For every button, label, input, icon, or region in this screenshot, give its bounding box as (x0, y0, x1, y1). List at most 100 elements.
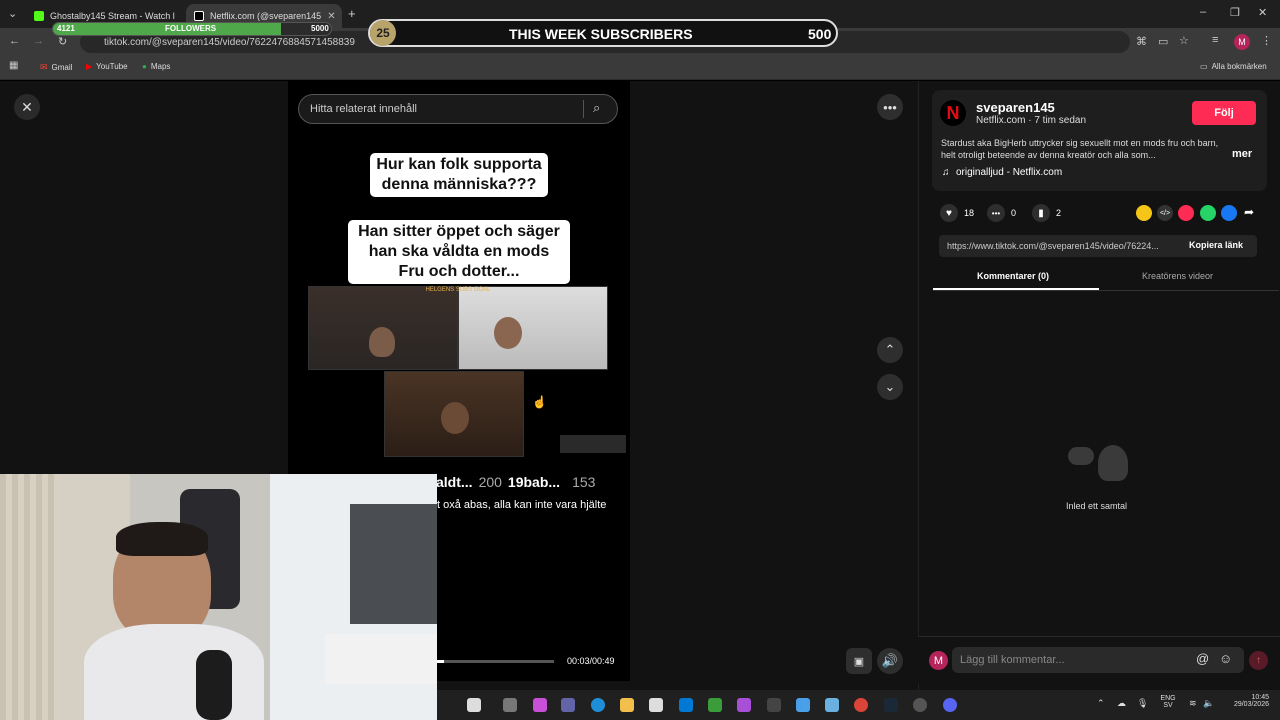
translate-icon[interactable]: ⌘ (1136, 35, 1147, 48)
more-options-icon[interactable]: ••• (877, 94, 903, 120)
reload-icon[interactable]: ↻ (58, 35, 67, 48)
forward-icon[interactable]: → (33, 35, 44, 47)
teams-icon[interactable] (561, 698, 575, 712)
all-bookmarks[interactable]: ▭ Alla bokmärken (1200, 62, 1267, 71)
edge-icon[interactable] (591, 698, 605, 712)
streamer-head (369, 327, 395, 357)
sound-link[interactable]: originalljud - Netflix.com (956, 167, 1062, 178)
profile-avatar[interactable]: M (1234, 34, 1250, 50)
bookmarks-bar: ▦ ✉ Gmail ▶ YouTube ● Maps ▭ Alla bokmär… (0, 56, 1280, 80)
wifi-icon[interactable]: ≋ (1189, 698, 1197, 709)
emoji-icon[interactable]: ☺ (1219, 651, 1232, 666)
profile-meta: Netflix.com · 7 tim sedan (976, 115, 1087, 126)
chrome-icon[interactable] (854, 698, 868, 712)
photos-icon[interactable] (796, 698, 810, 712)
restore-icon[interactable]: ❐ (1230, 6, 1240, 19)
tab-divider (933, 290, 1279, 291)
cloud-icon[interactable]: ☁ (1117, 698, 1126, 709)
close-video-button[interactable]: ✕ (14, 94, 40, 120)
discord-icon[interactable] (943, 698, 957, 712)
volume-icon[interactable]: 🔊 (877, 648, 903, 674)
lang-code: ENG (1160, 695, 1176, 702)
speaker-icon[interactable]: 🔈 (1203, 698, 1214, 709)
close-icon[interactable]: ✕ (327, 11, 335, 22)
post-comment-button[interactable]: ↑ (1249, 651, 1268, 670)
mic-icon[interactable]: 🎙 (1137, 698, 1148, 709)
streamer-head (494, 317, 522, 349)
tab-comments[interactable]: Kommentarer (0) (977, 271, 1049, 281)
app-icon[interactable] (913, 698, 927, 712)
clock-time: 10:45 (1251, 694, 1269, 701)
next-video-button[interactable]: ⌄ (877, 374, 903, 400)
start-icon[interactable] (467, 698, 481, 712)
clock-date: 29/03/2026 (1233, 701, 1269, 708)
mention-icon[interactable]: @ (1196, 651, 1209, 666)
bookmark-youtube[interactable]: ▶ YouTube (86, 62, 128, 71)
comment-input[interactable]: Lägg till kommentar... @ ☺ (952, 647, 1244, 673)
lang-sub: SV (1163, 702, 1173, 709)
profile-username[interactable]: sveparen145 (976, 100, 1055, 115)
window-close-icon[interactable]: ✕ (1258, 6, 1267, 19)
reading-list-icon[interactable]: ≡ (1212, 34, 1218, 46)
whatsapp-icon[interactable] (1200, 205, 1216, 221)
new-tab-icon[interactable]: + (348, 6, 356, 21)
close-icon[interactable]: ✕ (181, 11, 182, 22)
stream-logo (560, 435, 626, 453)
comment-action[interactable]: ••• 0 (987, 204, 1016, 222)
bookmark-gmail[interactable]: ✉ Gmail (40, 62, 72, 73)
file-explorer-icon[interactable] (620, 698, 634, 712)
app-icon[interactable] (825, 698, 839, 712)
clock[interactable]: 10:45 29/03/2026 (1221, 694, 1269, 708)
steam-icon[interactable] (884, 698, 898, 712)
search-icon[interactable]: ⌕ (593, 100, 600, 116)
video-time: 00:03/00:49 (567, 656, 615, 666)
floating-player-icon[interactable]: ▣ (846, 648, 872, 674)
subs-label: THIS WEEK SUBSCRIBERS (509, 26, 693, 42)
task-view-icon[interactable] (503, 698, 517, 712)
bookmark-maps[interactable]: ● Maps (142, 62, 170, 71)
language-indicator[interactable]: ENG SV (1159, 695, 1177, 709)
tray-overflow-icon[interactable]: ⌃ (1097, 698, 1105, 709)
copilot-icon[interactable] (533, 698, 547, 712)
send-icon[interactable] (1178, 205, 1194, 221)
cast-icon[interactable]: ▭ (1158, 35, 1168, 48)
more-link[interactable]: mer (1232, 148, 1252, 160)
copy-link-button[interactable]: Kopiera länk (1189, 240, 1243, 250)
followers-current: 4121 (57, 24, 75, 33)
tab-title: Ghostalby145 Stream - Watch l (50, 11, 175, 21)
video-progress-track[interactable] (437, 660, 554, 663)
embed-icon[interactable]: </> (1157, 205, 1173, 221)
search-placeholder: Hitta relaterat innehåll (310, 103, 418, 115)
maps-icon: ● (142, 62, 147, 71)
coin-icon[interactable] (1136, 205, 1152, 221)
outlook-icon[interactable] (679, 698, 693, 712)
bookmark-label: Maps (150, 62, 171, 71)
previous-video-button[interactable]: ⌃ (877, 337, 903, 363)
followers-label: FOLLOWERS (165, 24, 217, 33)
menu-icon[interactable]: ⋮ (1261, 34, 1272, 47)
app-icon[interactable] (708, 698, 722, 712)
kick-icon (34, 11, 44, 21)
share-link-text: https://www.tiktok.com/@sveparen145/vide… (947, 241, 1159, 251)
back-icon[interactable]: ← (9, 35, 20, 47)
bookmark-star-icon[interactable]: ☆ (1179, 34, 1189, 47)
related-search-input[interactable]: Hitta relaterat innehåll ⌕ (298, 94, 618, 124)
minimize-icon[interactable]: – (1200, 6, 1206, 18)
facebook-icon[interactable] (1221, 205, 1237, 221)
tab-creator-videos[interactable]: Kreatörens videor (1142, 271, 1213, 281)
share-icon[interactable]: ➦ (1244, 205, 1254, 219)
netflix-avatar-icon[interactable]: N (940, 100, 966, 126)
save-action[interactable]: ▮ 2 (1032, 204, 1061, 222)
app-icon[interactable] (767, 698, 781, 712)
windows-taskbar: ⌃ ☁ 🎙 ENG SV ≋ 🔈 10:45 29/03/2026 (437, 690, 1280, 720)
tab-search-icon[interactable]: ⌄ (8, 7, 17, 20)
chat-text: aldt... (436, 474, 473, 490)
folder-icon: ▭ (1200, 62, 1208, 71)
bookmark-label: Gmail (51, 63, 73, 72)
like-action[interactable]: ♥ 18 (940, 204, 974, 222)
apps-grid-icon[interactable]: ▦ (9, 60, 18, 71)
url-text: tiktok.com/@sveparen145/video/7622476884… (104, 36, 355, 48)
m365-icon[interactable] (737, 698, 751, 712)
follow-button[interactable]: Följ (1192, 101, 1256, 125)
store-icon[interactable] (649, 698, 663, 712)
